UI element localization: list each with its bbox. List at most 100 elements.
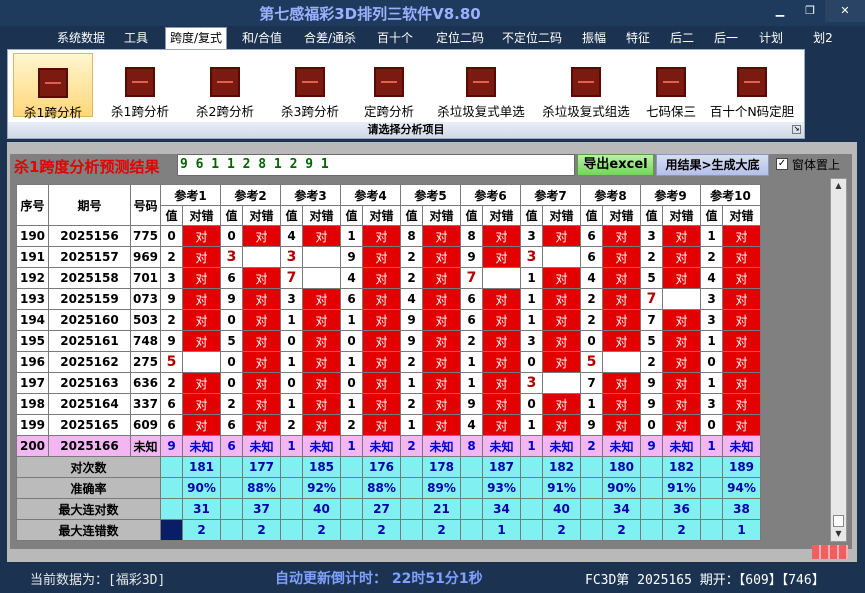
table-cell: 6 xyxy=(460,309,483,331)
ribbon-button[interactable]: 杀垃圾复式单选 xyxy=(430,53,532,119)
menu-item[interactable]: 振幅 xyxy=(580,29,608,47)
result-field[interactable]: 9 6 1 1 2 8 1 2 9 1 xyxy=(177,154,575,176)
table-cell: 9 xyxy=(640,435,663,457)
table-row[interactable]: 197 2025163 636 2 对 0 对 0 对 0 对 1 对 1 对 3 7 对 9 对 1 对 xyxy=(16,372,761,394)
menu-item[interactable]: 跨度/复式 xyxy=(165,27,227,49)
table-cell: 对 xyxy=(422,309,461,331)
menu-item[interactable]: 后一 xyxy=(712,29,740,47)
menu-item[interactable]: 划2 xyxy=(813,29,833,47)
ribbon-button-label: 杀2跨分析 xyxy=(196,104,254,119)
stat-cell: 88% xyxy=(242,477,281,499)
ribbon-button[interactable]: 七码保三 xyxy=(640,53,702,119)
table-row[interactable]: 199 2025165 609 6 对 6 对 2 对 2 对 1 对 4 对 1 对 9 对 0 对 0 对 xyxy=(16,414,761,436)
table-cell: 对 xyxy=(422,393,461,415)
table-cell: 对 xyxy=(602,246,641,268)
stat-cell xyxy=(160,477,183,499)
stat-cell: 187 xyxy=(482,456,521,478)
stat-label: 最大连对数 xyxy=(16,498,161,520)
column-header: 对错 xyxy=(542,205,581,226)
menu-item[interactable]: 工具 xyxy=(122,29,150,47)
stat-cell xyxy=(460,456,483,478)
menu-item[interactable]: 系统数据 xyxy=(55,29,107,47)
table-cell xyxy=(242,246,281,268)
ribbon-button[interactable]: 杀3跨分析 xyxy=(270,53,350,119)
table-cell: 9 xyxy=(340,246,363,268)
stat-cell: 92% xyxy=(302,477,341,499)
stat-label: 最大连错数 xyxy=(16,519,161,541)
vertical-scrollbar[interactable]: ▲ ▼ xyxy=(830,178,847,542)
menu-item[interactable]: 定位二码 xyxy=(432,29,488,47)
table-cell: 2025162 xyxy=(48,351,131,373)
stat-cell xyxy=(460,477,483,499)
table-cell: 9 xyxy=(160,330,183,352)
column-header: 值 xyxy=(520,205,543,226)
table-cell: 对 xyxy=(542,393,581,415)
table-row[interactable]: 198 2025164 337 6 对 2 对 1 对 1 对 2 对 9 对 0 对 1 对 9 对 3 对 xyxy=(16,393,761,415)
dialog-launcher-icon[interactable]: ↘ xyxy=(792,125,801,134)
table-cell: 1 xyxy=(280,393,303,415)
table-cell: 对 xyxy=(422,225,461,247)
scroll-thumb[interactable] xyxy=(833,515,844,527)
menu-item[interactable]: 不定位二码 xyxy=(500,29,564,47)
table-cell xyxy=(182,351,221,373)
export-excel-button[interactable]: 导出excel xyxy=(577,154,654,176)
stat-cell xyxy=(400,477,423,499)
table-cell: 2 xyxy=(580,435,603,457)
table-cell: 4 xyxy=(460,414,483,436)
table-row[interactable]: 190 2025156 775 0 对 0 对 4 对 1 对 8 对 8 对 3 对 6 对 3 对 1 对 xyxy=(16,225,761,247)
stat-cell: 34 xyxy=(602,498,641,520)
table-cell: 073 xyxy=(130,288,161,310)
table-cell: 8 xyxy=(460,225,483,247)
menu-item[interactable]: 和/合值 xyxy=(240,29,284,47)
ribbon-button[interactable]: 百十个N码定胆 xyxy=(706,53,798,119)
menu-item[interactable]: 计划 xyxy=(757,29,785,47)
table-cell: 对 xyxy=(182,393,221,415)
table-cell: 对 xyxy=(182,225,221,247)
table-row[interactable]: 191 2025157 969 2 对 3 3 9 对 2 对 9 对 3 6 对 2 对 2 对 xyxy=(16,246,761,268)
ribbon-button[interactable]: 定跨分析 xyxy=(354,53,424,119)
column-header: 对错 xyxy=(422,205,461,226)
restore-icon[interactable]: ❐ xyxy=(795,0,825,22)
table-cell: 对 xyxy=(662,267,701,289)
menu-item[interactable]: 后二 xyxy=(668,29,696,47)
resize-grip[interactable] xyxy=(812,545,848,559)
stat-cell: 37 xyxy=(242,498,281,520)
table-cell: 对 xyxy=(542,351,581,373)
close-icon[interactable]: ✕ xyxy=(825,0,865,22)
menu-item[interactable]: 百十个 xyxy=(375,29,415,47)
table-row[interactable]: 200 2025166 未知 9 未知 6 未知 1 未知 1 未知 2 未知 8 未知 1 未知 2 未知 9 未知 1… xyxy=(16,435,761,457)
stat-label: 准确率 xyxy=(16,477,161,499)
table-row[interactable]: 193 2025159 073 9 对 9 对 3 对 6 对 4 对 6 对 1 对 2 对 7 3 对 xyxy=(16,288,761,310)
ribbon-button[interactable]: 杀1跨分析 xyxy=(13,53,93,120)
table-cell: 对 xyxy=(422,351,461,373)
ribbon-button[interactable]: 杀1跨分析 xyxy=(100,53,180,119)
table-cell: 3 xyxy=(520,330,543,352)
table-cell: 对 xyxy=(482,225,521,247)
column-header: 对错 xyxy=(302,205,341,226)
scroll-up-icon[interactable]: ▲ xyxy=(831,179,846,193)
table-row[interactable]: 192 2025158 701 3 对 6 对 7 4 对 2 对 7 1 对 4 对 5 对 4 对 xyxy=(16,267,761,289)
table-cell: 8 xyxy=(400,225,423,247)
table-row[interactable]: 196 2025162 275 5 0 对 1 对 1 对 2 对 1 对 0 对 5 2 对 0 对 xyxy=(16,351,761,373)
ribbon-button[interactable]: 杀2跨分析 xyxy=(185,53,265,119)
table-cell: 对 xyxy=(482,393,521,415)
pin-window-checkbox[interactable]: ✓ 窗体置上 xyxy=(776,155,840,173)
generate-base-button[interactable]: 用结果>生成大底 xyxy=(656,154,769,176)
checkbox-check-icon[interactable]: ✓ xyxy=(776,158,788,170)
table-cell: 2025163 xyxy=(48,372,131,394)
table-cell: 未知 xyxy=(182,435,221,457)
stat-cell: 38 xyxy=(722,498,761,520)
ribbon-button[interactable]: 杀垃圾复式组选 xyxy=(536,53,636,119)
table-row[interactable]: 194 2025160 503 2 对 0 对 1 对 1 对 9 对 6 对 1 对 2 对 7 对 3 对 xyxy=(16,309,761,331)
table-cell: 5 xyxy=(640,267,663,289)
table-cell: 对 xyxy=(242,372,281,394)
minimize-icon[interactable]: ▁ xyxy=(765,0,795,22)
table-cell: 1 xyxy=(700,435,723,457)
scroll-down-icon[interactable]: ▼ xyxy=(831,527,846,541)
table-cell: 9 xyxy=(460,393,483,415)
table-cell: 对 xyxy=(482,372,521,394)
table-cell: 2 xyxy=(400,351,423,373)
menu-item[interactable]: 合差/通杀 xyxy=(300,29,360,47)
menu-item[interactable]: 特征 xyxy=(624,29,652,47)
table-row[interactable]: 195 2025161 748 9 对 5 对 0 对 0 对 9 对 2 对 3 对 0 对 5 对 1 对 xyxy=(16,330,761,352)
